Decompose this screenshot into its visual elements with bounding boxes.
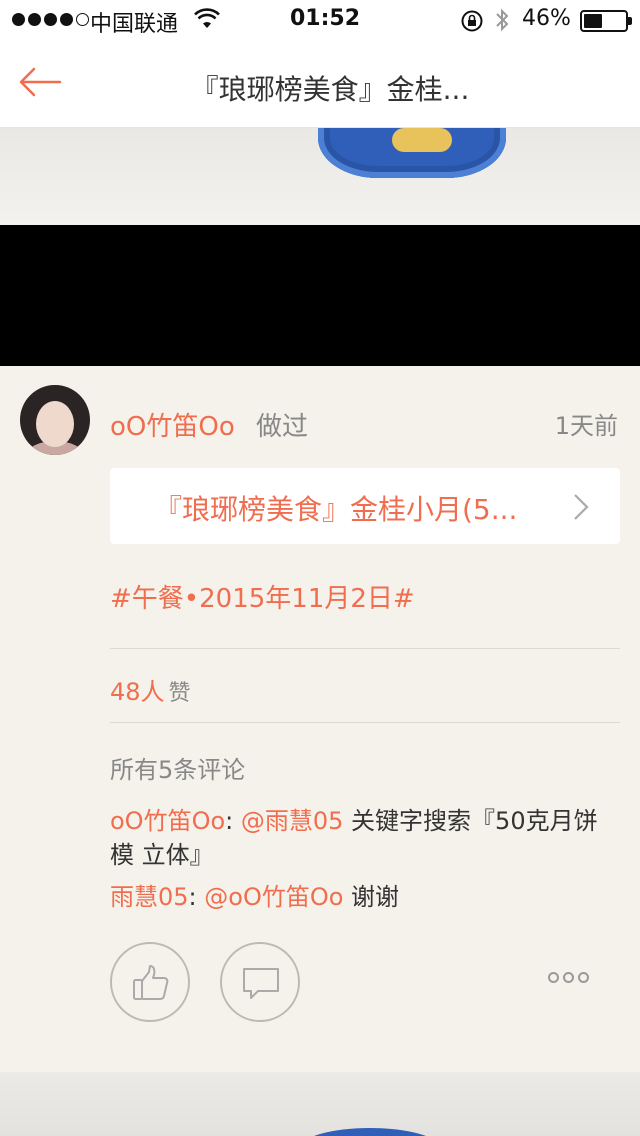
bluetooth-icon	[494, 7, 510, 39]
status-time: 01:52	[290, 6, 361, 31]
comment-author[interactable]: oO竹笛Oo	[110, 807, 225, 835]
photo-letterbox	[0, 225, 640, 366]
comment-mention[interactable]: @oO竹笛Oo	[204, 883, 343, 911]
likes-label: 赞	[168, 681, 191, 706]
wifi-icon	[194, 8, 220, 36]
recipe-link-label: 『琅琊榜美食』金桂小月(5...	[154, 493, 518, 526]
more-dots-icon[interactable]	[548, 972, 592, 990]
avatar[interactable]	[20, 385, 90, 455]
likes-summary[interactable]: 48人赞	[110, 672, 191, 707]
battery-percent: 46%	[522, 6, 571, 31]
page-title: 『琅琊榜美食』金桂...	[190, 73, 470, 106]
speech-bubble-icon	[243, 968, 279, 999]
next-post-photo[interactable]	[0, 1072, 640, 1136]
nav-bar: 『琅琊榜美食』金桂...	[0, 40, 640, 128]
comment-mention[interactable]: @雨慧05	[241, 807, 344, 835]
post-card: oO竹笛Oo 做过 1天前 『琅琊榜美食』金桂小月(5... #午餐•2015年…	[0, 366, 640, 1072]
comment-item[interactable]: 雨慧05: @oO竹笛Oo 谢谢	[110, 880, 610, 914]
likes-count: 48人	[110, 678, 165, 706]
chevron-right-icon	[574, 494, 589, 520]
comments-header[interactable]: 所有5条评论	[110, 750, 245, 785]
battery-icon	[580, 10, 632, 32]
rotation-lock-icon	[460, 9, 484, 39]
comment-item[interactable]: oO竹笛Oo: @雨慧05 关键字搜索『50克月饼模 立体』	[110, 804, 610, 872]
plate-image	[318, 128, 506, 178]
divider	[110, 722, 620, 723]
arrow-left-icon	[19, 67, 62, 97]
comment-text: 谢谢	[343, 883, 400, 911]
divider	[110, 648, 620, 649]
signal-strength-icon	[12, 13, 89, 26]
comment-separator: :	[225, 807, 241, 835]
comment-author[interactable]: 雨慧05	[110, 883, 189, 911]
carrier-name: 中国联通	[90, 12, 179, 37]
username[interactable]: oO竹笛Oo	[110, 406, 235, 443]
recipe-link[interactable]: 『琅琊榜美食』金桂小月(5...	[110, 468, 620, 544]
hashtag[interactable]: #午餐•2015年11月2日#	[110, 578, 415, 615]
status-bar: 中国联通 01:52 46%	[0, 0, 640, 40]
time-ago: 1天前	[554, 412, 618, 440]
post-photo[interactable]	[0, 128, 640, 225]
back-button[interactable]	[18, 64, 66, 104]
comment-separator: :	[188, 883, 205, 911]
comment-button[interactable]	[220, 942, 300, 1022]
action-label: 做过	[256, 412, 309, 442]
like-button[interactable]	[110, 942, 190, 1022]
thumbs-up-icon	[133, 965, 169, 1000]
